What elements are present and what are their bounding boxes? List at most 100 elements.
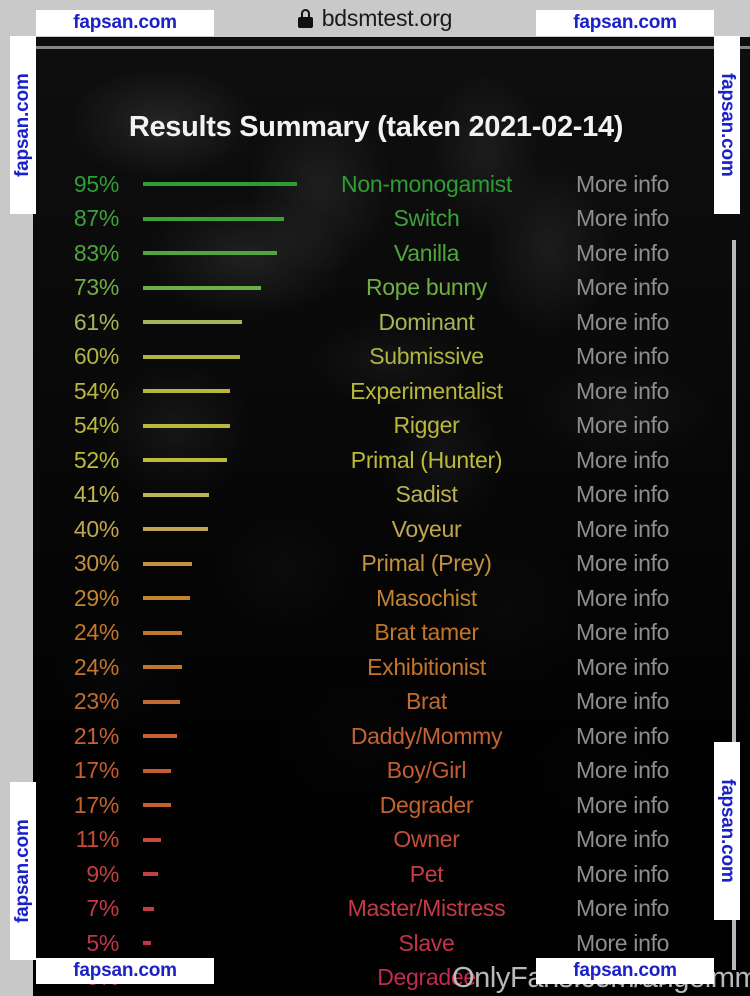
score-bar-fill xyxy=(143,941,152,946)
more-info-link[interactable]: More info xyxy=(544,826,699,853)
percentage-value: 23% xyxy=(73,688,119,715)
score-bar-track xyxy=(119,596,309,601)
score-bar-fill xyxy=(143,665,182,670)
more-info-link[interactable]: More info xyxy=(544,895,699,922)
score-bar-fill xyxy=(143,458,228,463)
more-info-link[interactable]: More info xyxy=(544,309,699,336)
more-info-link[interactable]: More info xyxy=(544,378,699,405)
result-row: 41% Sadist More info xyxy=(33,478,719,513)
trait-label: Vanilla xyxy=(393,239,460,266)
url-bar[interactable]: bdsmtest.org xyxy=(297,5,453,32)
percentage-value: 54% xyxy=(73,412,119,439)
result-row: 23% Brat More info xyxy=(33,685,719,720)
result-row: 17% Boy/Girl More info xyxy=(33,754,719,789)
score-bar-fill xyxy=(143,768,171,773)
more-info-link[interactable]: More info xyxy=(544,550,699,577)
more-info-link[interactable]: More info xyxy=(544,343,699,370)
result-row: 61% Dominant More info xyxy=(33,305,719,340)
watermark-top-left: fapsan.com xyxy=(36,10,214,36)
more-info-link[interactable]: More info xyxy=(544,688,699,715)
more-info-link[interactable]: More info xyxy=(544,412,699,439)
score-bar-track xyxy=(119,182,309,187)
score-bar-fill xyxy=(143,182,297,187)
results-list: 95% Non-monogamist More info 87% Switch More … xyxy=(33,167,719,996)
result-row: 83% Vanilla More info xyxy=(33,236,719,271)
trait-label: Rope bunny xyxy=(365,274,488,301)
percentage-value: 9% xyxy=(86,860,119,887)
percentage-value: 24% xyxy=(73,619,119,646)
trait-label: Sadist xyxy=(395,481,458,508)
result-row: 54% Rigger More info xyxy=(33,409,719,444)
score-bar-fill xyxy=(143,320,242,325)
score-bar-fill xyxy=(143,872,158,877)
score-bar-track xyxy=(119,492,309,497)
page-viewport: Results Summary (taken 2021-02-14) 95% No… xyxy=(33,37,750,996)
score-bar-fill xyxy=(143,527,208,532)
result-row: 17% Degrader More info xyxy=(33,788,719,823)
result-row: 24% Brat tamer More info xyxy=(33,616,719,651)
score-bar-track xyxy=(119,837,309,842)
more-info-link[interactable]: More info xyxy=(544,757,699,784)
trait-label: Primal (Prey) xyxy=(361,550,492,577)
result-row: 87% Switch More info xyxy=(33,202,719,237)
trait-label: Exhibitionist xyxy=(367,653,486,680)
more-info-link[interactable]: More info xyxy=(544,930,699,957)
score-bar-fill xyxy=(143,389,231,394)
more-info-link[interactable]: More info xyxy=(544,240,699,267)
percentage-value: 95% xyxy=(73,170,119,197)
more-info-link[interactable]: More info xyxy=(544,654,699,681)
more-info-link[interactable]: More info xyxy=(544,516,699,543)
score-bar-track xyxy=(119,941,309,946)
result-row: 11% Owner More info xyxy=(33,823,719,858)
watermark-bottom-left: fapsan.com xyxy=(36,958,214,984)
trait-label: Owner xyxy=(393,826,460,853)
percentage-value: 73% xyxy=(73,274,119,301)
watermark-bottom-right: fapsan.com xyxy=(536,958,714,984)
score-bar-fill xyxy=(143,596,190,601)
trait-label: Experimentalist xyxy=(350,377,503,404)
percentage-value: 24% xyxy=(73,653,119,680)
score-bar-fill xyxy=(143,699,181,704)
percentage-value: 52% xyxy=(73,446,119,473)
score-bar-fill xyxy=(143,216,284,221)
score-bar-track xyxy=(119,665,309,670)
more-info-link[interactable]: More info xyxy=(544,447,699,474)
lock-icon xyxy=(297,9,313,28)
score-bar-track xyxy=(119,630,309,635)
more-info-link[interactable]: More info xyxy=(544,723,699,750)
more-info-link[interactable]: More info xyxy=(544,861,699,888)
url-text: bdsmtest.org xyxy=(321,5,453,31)
score-bar-track xyxy=(119,872,309,877)
score-bar-fill xyxy=(143,423,231,428)
percentage-value: 61% xyxy=(73,308,119,335)
more-info-link[interactable]: More info xyxy=(544,171,699,198)
result-row: 7% Master/Mistress More info xyxy=(33,892,719,927)
more-info-link[interactable]: More info xyxy=(544,481,699,508)
more-info-link[interactable]: More info xyxy=(544,205,699,232)
percentage-value: 5% xyxy=(86,929,119,956)
more-info-link[interactable]: More info xyxy=(544,274,699,301)
more-info-link[interactable]: More info xyxy=(544,585,699,612)
score-bar-track xyxy=(119,803,309,808)
result-row: 52% Primal (Hunter) More info xyxy=(33,443,719,478)
trait-label: Non-monogamist xyxy=(341,170,512,197)
percentage-value: 83% xyxy=(73,239,119,266)
trait-label: Masochist xyxy=(376,584,477,611)
percentage-value: 54% xyxy=(73,377,119,404)
score-bar-track xyxy=(119,734,309,739)
percentage-value: 17% xyxy=(73,757,119,784)
percentage-value: 60% xyxy=(73,343,119,370)
watermark-left-bottom: fapsan.com xyxy=(10,782,36,960)
trait-label: Switch xyxy=(393,205,460,232)
more-info-link[interactable]: More info xyxy=(544,619,699,646)
score-bar-track xyxy=(119,458,309,463)
trait-label: Degrader xyxy=(379,791,474,818)
watermark-left-top: fapsan.com xyxy=(10,36,36,214)
trait-label: Rigger xyxy=(393,412,460,439)
score-bar-track xyxy=(119,285,309,290)
more-info-link[interactable]: More info xyxy=(544,792,699,819)
score-bar-track xyxy=(119,699,309,704)
score-bar-fill xyxy=(143,354,241,359)
score-bar-fill xyxy=(143,492,210,497)
percentage-value: 11% xyxy=(75,826,120,853)
